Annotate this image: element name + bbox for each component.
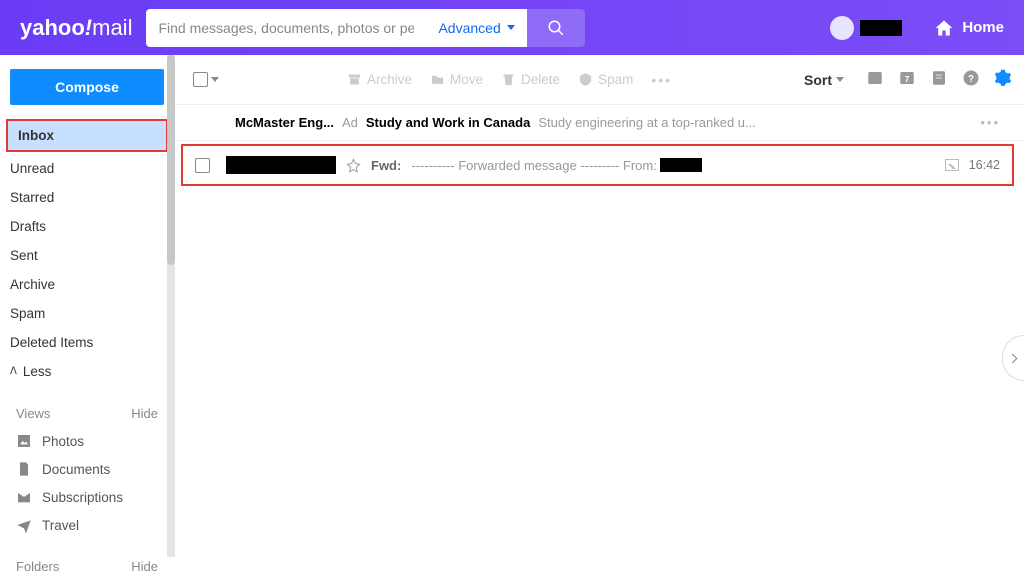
ad-more-button[interactable]: ••• xyxy=(980,115,1006,130)
select-all[interactable] xyxy=(193,72,219,87)
message-subject: Fwd: xyxy=(371,158,401,173)
views-hide-toggle[interactable]: Hide xyxy=(131,406,158,421)
sort-dropdown[interactable]: Sort xyxy=(804,72,844,88)
message-highlight-box: Fwd: ---------- Forwarded message ------… xyxy=(181,144,1014,186)
sidebar-item-starred[interactable]: Starred xyxy=(0,183,174,212)
advanced-search-dropdown[interactable]: Advanced xyxy=(426,9,526,47)
avatar-icon xyxy=(830,16,854,40)
message-checkbox[interactable] xyxy=(195,158,210,173)
ad-tag: Ad xyxy=(342,115,358,130)
ad-row[interactable]: McMaster Eng... Ad Study and Work in Can… xyxy=(175,105,1024,141)
archive-icon xyxy=(347,72,362,87)
message-row[interactable]: Fwd: ---------- Forwarded message ------… xyxy=(183,146,1012,184)
sidebar-item-spam[interactable]: Spam xyxy=(0,299,174,328)
gear-icon xyxy=(994,69,1012,87)
sidebar-item-unread[interactable]: Unread xyxy=(0,154,174,183)
ad-description: Study engineering at a top-ranked u... xyxy=(538,115,972,130)
more-actions-button[interactable]: ••• xyxy=(651,72,672,88)
search-input[interactable] xyxy=(146,9,426,47)
ad-sender: McMaster Eng... xyxy=(235,115,334,130)
star-icon[interactable] xyxy=(346,158,361,173)
chevron-down-icon xyxy=(507,25,515,30)
folders-hide-toggle[interactable]: Hide xyxy=(131,559,158,574)
sidebar-item-deleted[interactable]: Deleted Items xyxy=(0,328,174,357)
folders-section-header: FoldersHide xyxy=(0,553,174,580)
help-button[interactable]: ? xyxy=(960,67,982,89)
sidebar-scrollbar[interactable] xyxy=(167,55,175,557)
account-menu[interactable] xyxy=(830,16,902,40)
home-link[interactable]: Home xyxy=(934,18,1004,38)
home-icon xyxy=(934,18,954,38)
message-time: 16:42 xyxy=(969,158,1000,172)
chevron-down-icon xyxy=(211,77,219,82)
header-bar: yahoo!mail Advanced Home xyxy=(0,0,1024,55)
sidebar-item-drafts[interactable]: Drafts xyxy=(0,212,174,241)
views-section-header: ViewsHide xyxy=(0,400,174,427)
move-icon xyxy=(430,72,445,87)
chevron-down-icon xyxy=(836,77,844,82)
select-all-checkbox[interactable] xyxy=(193,72,208,87)
spam-icon xyxy=(578,72,593,87)
travel-icon xyxy=(16,517,32,533)
settings-button[interactable] xyxy=(992,67,1014,89)
notepad-button[interactable] xyxy=(928,67,950,89)
subscriptions-icon xyxy=(16,489,32,505)
photos-icon xyxy=(16,433,32,449)
view-travel[interactable]: Travel xyxy=(0,511,174,539)
svg-text:?: ? xyxy=(968,74,974,85)
account-name-redacted xyxy=(860,20,902,36)
search-wrap: Advanced xyxy=(146,9,584,47)
sidebar: Compose Inbox Unread Starred Drafts Sent… xyxy=(0,55,175,557)
view-subscriptions[interactable]: Subscriptions xyxy=(0,483,174,511)
view-documents[interactable]: Documents xyxy=(0,455,174,483)
move-button[interactable]: Move xyxy=(430,72,483,88)
ad-title: Study and Work in Canada xyxy=(366,115,530,130)
delete-button[interactable]: Delete xyxy=(501,72,560,88)
search-button[interactable] xyxy=(527,9,585,47)
view-photos[interactable]: Photos xyxy=(0,427,174,455)
yahoo-mail-logo[interactable]: yahoo!mail xyxy=(20,15,132,41)
calendar-button[interactable]: 7 xyxy=(896,67,918,89)
sidebar-item-archive[interactable]: Archive xyxy=(0,270,174,299)
compose-button[interactable]: Compose xyxy=(10,69,164,105)
search-icon xyxy=(547,19,565,37)
documents-icon xyxy=(16,461,32,477)
main-content: 7 ? Archive Move Delete Spam ••• Sort Mc… xyxy=(175,55,1024,557)
archive-button[interactable]: Archive xyxy=(347,72,412,88)
chevron-up-icon: ᐱ xyxy=(10,366,17,377)
svg-text:7: 7 xyxy=(905,75,910,84)
sidebar-collapse-less[interactable]: ᐱLess xyxy=(0,357,174,386)
message-snippet: ---------- Forwarded message --------- F… xyxy=(411,158,934,173)
scroll-right-button[interactable] xyxy=(1002,335,1024,381)
attachment-image-icon xyxy=(945,159,959,171)
inbox-highlight-box: Inbox xyxy=(6,119,168,152)
spam-button[interactable]: Spam xyxy=(578,72,633,88)
sidebar-item-sent[interactable]: Sent xyxy=(0,241,174,270)
contacts-button[interactable] xyxy=(864,67,886,89)
right-rail-icons: 7 ? xyxy=(864,67,1014,89)
message-sender-redacted xyxy=(226,156,336,174)
sidebar-item-inbox[interactable]: Inbox xyxy=(8,121,166,150)
delete-icon xyxy=(501,72,516,87)
